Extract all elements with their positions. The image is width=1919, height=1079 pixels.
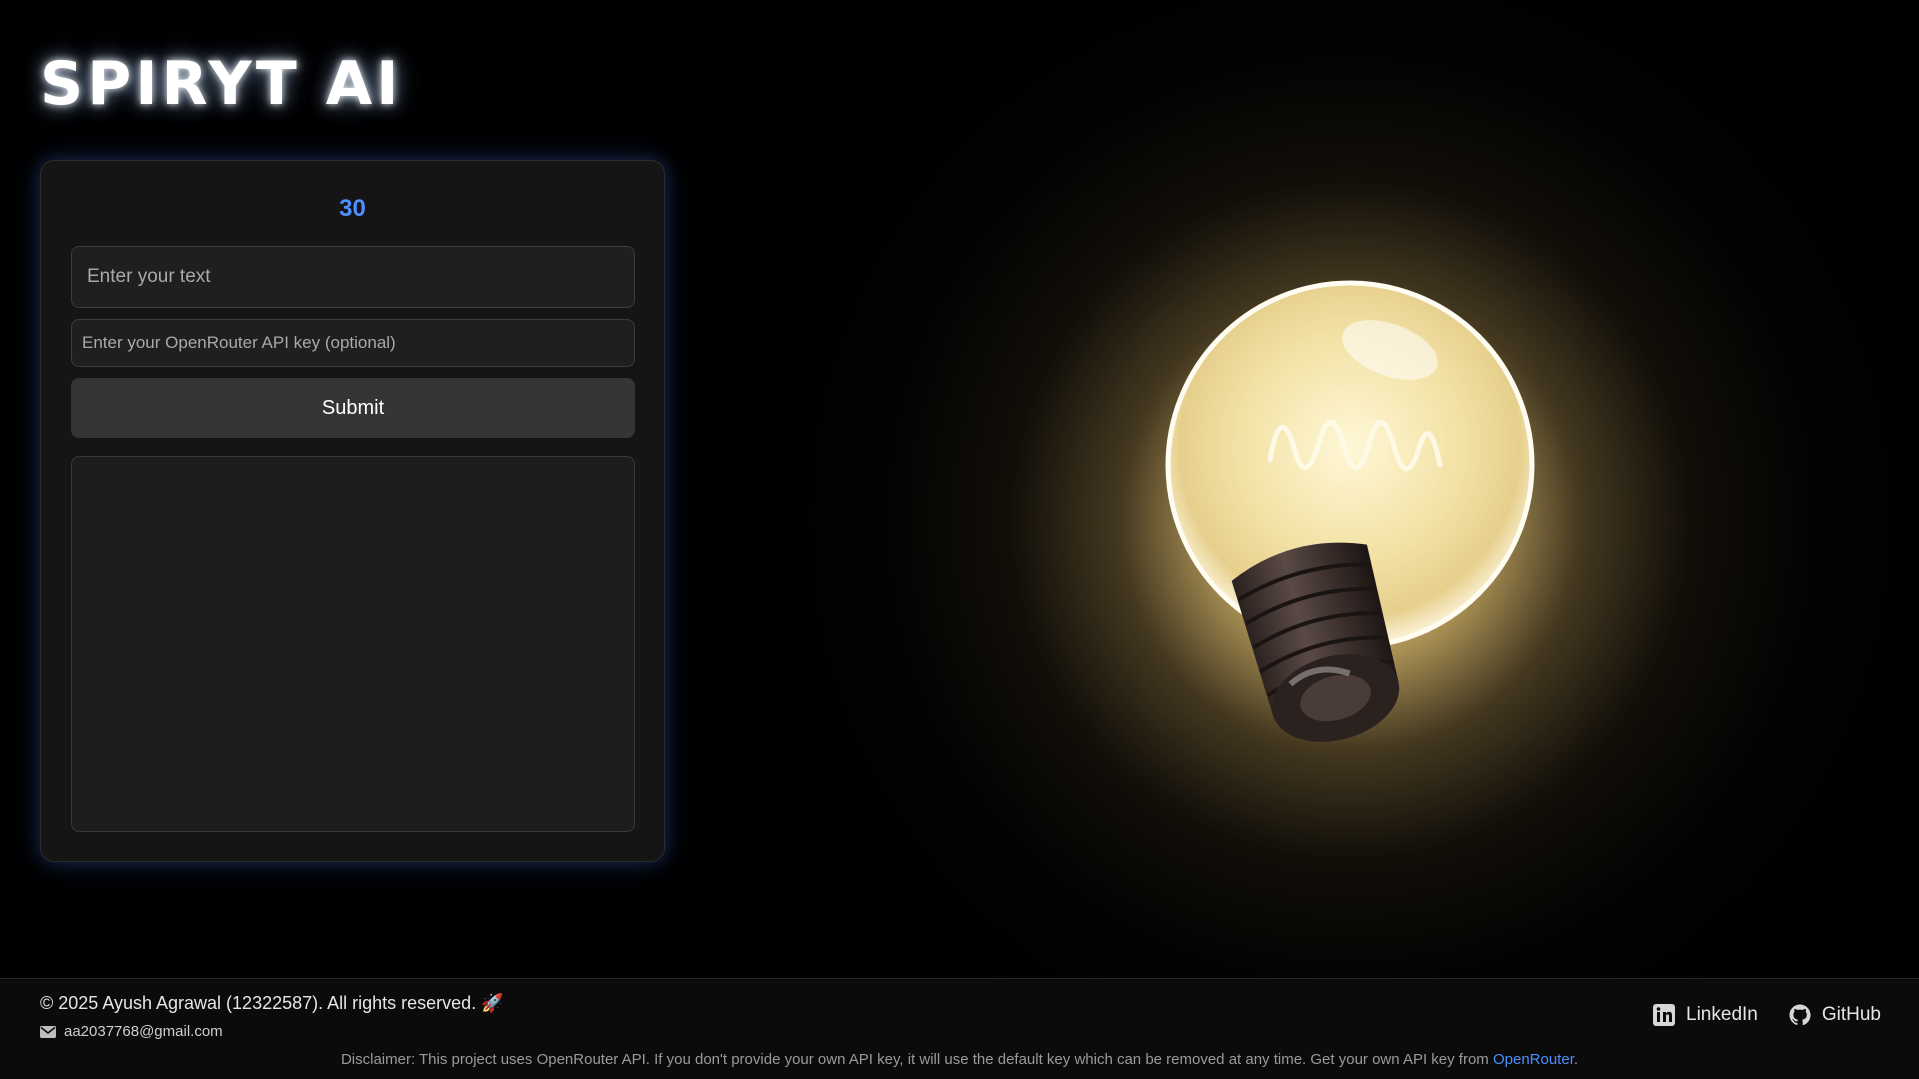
character-counter: 30	[339, 195, 366, 222]
linkedin-link[interactable]: LinkedIn	[1652, 1003, 1758, 1027]
github-icon	[1789, 1004, 1811, 1026]
page: SPIRYT AI 30 Submit	[0, 0, 1919, 1079]
disclaimer: Disclaimer: This project uses OpenRouter…	[0, 1051, 1919, 1068]
text-input[interactable]	[71, 246, 635, 308]
submit-button[interactable]: Submit	[71, 378, 635, 438]
disclaimer-text: Disclaimer: This project uses OpenRouter…	[340, 1051, 1493, 1068]
linkedin-label: LinkedIn	[1686, 1004, 1758, 1025]
brand-logo: SPIRYT AI	[40, 49, 403, 119]
lightbulb-image	[1165, 280, 1535, 742]
linkedin-icon	[1653, 1004, 1676, 1026]
social-links: LinkedIn GitHub	[1652, 1003, 1881, 1027]
input-card: 30 Submit	[40, 160, 665, 862]
footer: © 2025 Ayush Agrawal (12322587). All rig…	[0, 978, 1919, 1079]
email-text[interactable]: aa2037768@gmail.com	[64, 1023, 223, 1040]
mail-icon	[40, 1025, 56, 1038]
api-key-input[interactable]	[71, 319, 635, 367]
github-label: GitHub	[1821, 1004, 1881, 1025]
email-row: aa2037768@gmail.com	[40, 1023, 223, 1040]
github-link[interactable]: GitHub	[1788, 1003, 1881, 1027]
openrouter-link[interactable]: OpenRouter	[1493, 1051, 1574, 1068]
disclaimer-end: .	[1573, 1051, 1579, 1068]
output-box[interactable]	[71, 456, 635, 832]
copyright-text: © 2025 Ayush Agrawal (12322587). All rig…	[40, 993, 504, 1013]
